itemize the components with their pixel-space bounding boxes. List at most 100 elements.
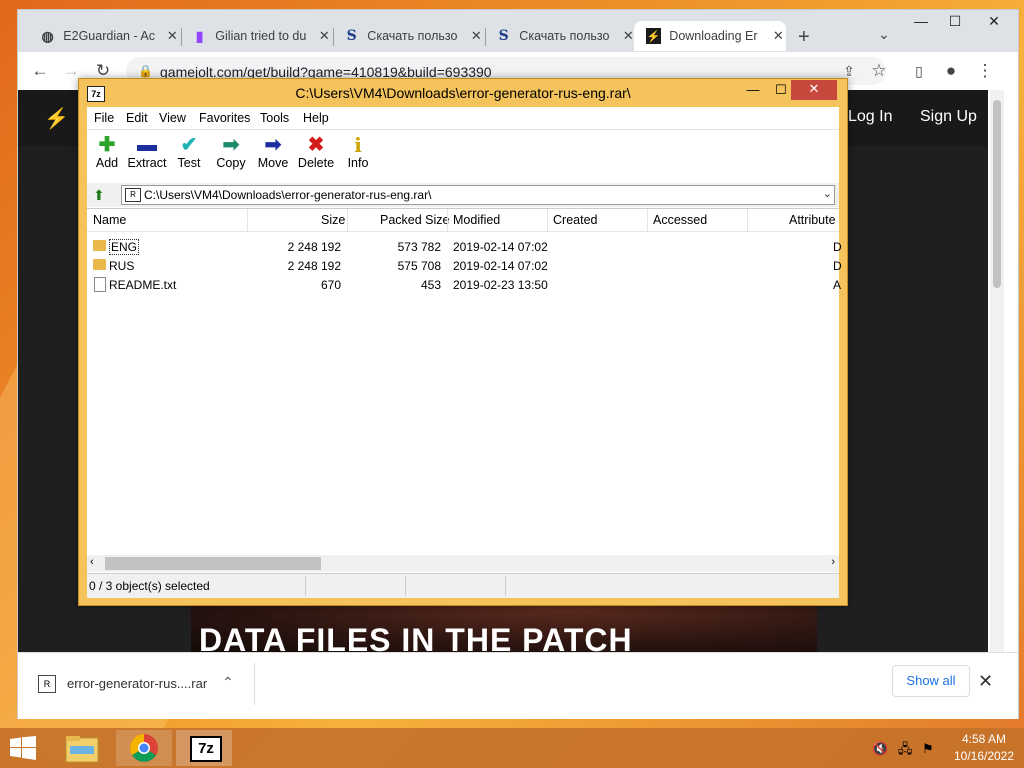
plus-icon: ✚	[98, 134, 116, 156]
download-filename[interactable]: error-generator-rus....rar	[67, 676, 207, 691]
info-button[interactable]: i Info	[336, 134, 380, 170]
horizontal-scrollbar[interactable]: ‹ ›	[87, 555, 839, 572]
column-size[interactable]: Size	[321, 213, 345, 227]
tab-search-button[interactable]: ⌄	[878, 26, 890, 43]
minimize-button[interactable]: —	[743, 81, 763, 99]
close-icon[interactable]: ✕	[165, 28, 180, 44]
file-packed-size: 453	[420, 278, 441, 292]
file-explorer-button[interactable]	[56, 730, 112, 766]
windows-start-icon[interactable]	[10, 736, 36, 760]
scroll-left-icon[interactable]: ‹	[90, 556, 94, 568]
close-button[interactable]: ✕	[791, 80, 837, 100]
close-icon[interactable]: ✕	[978, 671, 993, 692]
tab-title: Скачать пользо	[367, 29, 458, 43]
column-divider[interactable]	[547, 209, 548, 231]
chevron-down-icon[interactable]: ⌄	[823, 187, 832, 200]
chrome-icon	[130, 734, 158, 762]
tab-title: Gilian tried to du	[215, 29, 307, 43]
side-panel-icon[interactable]: ▯	[908, 60, 930, 82]
s-logo-icon: S	[498, 28, 509, 44]
menu-favorites[interactable]: Favorites	[199, 111, 250, 125]
column-name[interactable]: Name	[93, 213, 126, 227]
file-name: README.txt	[109, 278, 177, 292]
move-button[interactable]: ➡ Move	[251, 134, 295, 170]
game-banner-image: DATA FILES IN THE PATCH	[191, 600, 817, 652]
back-button[interactable]: ←	[29, 60, 51, 82]
minimize-button[interactable]: —	[902, 10, 940, 32]
column-packed-size[interactable]: Packed Size	[380, 213, 449, 227]
file-modified: 2019-02-14 07:02	[453, 259, 548, 273]
column-attributes[interactable]: Attribute	[789, 213, 836, 227]
list-item[interactable]: RUS 2 248 192 575 708 2019-02-14 07:02 D	[87, 257, 842, 276]
checkmark-icon: ✔	[180, 134, 198, 156]
maximize-button[interactable]: ☐	[936, 10, 974, 32]
menu-file[interactable]: File	[94, 111, 114, 125]
scroll-right-icon[interactable]: ›	[831, 556, 835, 568]
column-divider[interactable]	[347, 209, 348, 231]
download-bar: R error-generator-rus....rar ⌃ Show all …	[18, 652, 1018, 719]
column-created[interactable]: Created	[553, 213, 597, 227]
chevron-up-icon[interactable]: ⌃	[222, 674, 234, 691]
menu-icon[interactable]: ⋮	[974, 60, 996, 82]
info-icon: i	[354, 133, 362, 157]
profile-avatar-icon[interactable]: ●	[940, 60, 962, 82]
column-divider[interactable]	[447, 209, 448, 231]
extract-label: Extract	[127, 156, 167, 170]
lock-icon[interactable]: 🔒	[138, 64, 153, 78]
show-all-button[interactable]: Show all	[892, 665, 970, 697]
close-icon[interactable]: ✕	[317, 28, 332, 44]
copy-button[interactable]: ➡ Copy	[209, 134, 253, 170]
tab-downloading[interactable]: ⚡ Downloading Er ✕	[634, 21, 786, 51]
clock-date[interactable]: 10/16/2022	[944, 749, 1024, 763]
path-combobox[interactable]: R C:\Users\VM4\Downloads\error-generator…	[121, 185, 835, 205]
scrollbar-thumb[interactable]	[105, 557, 321, 570]
test-button[interactable]: ✔ Test	[167, 134, 211, 170]
delete-label: Delete	[297, 156, 335, 170]
column-divider[interactable]	[747, 209, 748, 231]
7zip-taskbar-button[interactable]: 7z	[176, 730, 232, 766]
menu-help[interactable]: Help	[303, 111, 329, 125]
chrome-taskbar-button[interactable]	[116, 730, 172, 766]
gamejolt-logo-icon[interactable]: ⚡	[44, 106, 69, 131]
menu-bar: File Edit View Favorites Tools Help	[87, 107, 839, 129]
menu-tools[interactable]: Tools	[260, 111, 289, 125]
action-center-flag-icon[interactable]: ⚑	[922, 741, 934, 756]
network-icon[interactable]: 🖧	[898, 741, 913, 756]
login-link[interactable]: Log In	[848, 108, 892, 126]
maximize-button[interactable]: ☐	[771, 81, 791, 99]
column-modified[interactable]: Modified	[453, 213, 500, 227]
new-tab-button[interactable]: +	[798, 26, 810, 49]
speaker-muted-icon[interactable]: 🔇	[872, 741, 888, 756]
tab-e2guardian[interactable]: ◍ E2Guardian - Ac ✕	[28, 21, 180, 51]
column-divider[interactable]	[647, 209, 648, 231]
column-accessed[interactable]: Accessed	[653, 213, 707, 227]
delete-button[interactable]: ✖ Delete	[294, 134, 338, 170]
list-item[interactable]: ENG 2 248 192 573 782 2019-02-14 07:02 D	[87, 238, 842, 257]
list-item[interactable]: README.txt 670 453 2019-02-23 13:50 A	[87, 276, 841, 295]
system-tray: 🔇 🖧 ⚑	[872, 740, 934, 762]
file-attributes: D	[833, 259, 842, 273]
close-icon[interactable]: ✕	[771, 28, 786, 44]
tab-skachat-2[interactable]: S Скачать пользо ✕	[484, 21, 636, 51]
scrollbar-thumb[interactable]	[993, 100, 1001, 288]
extract-button[interactable]: ▬ Extract	[125, 134, 169, 170]
move-arrow-icon: ➡	[264, 134, 282, 156]
close-icon[interactable]: ✕	[469, 28, 484, 44]
menu-edit[interactable]: Edit	[126, 111, 148, 125]
file-name: RUS	[109, 259, 135, 273]
status-divider	[505, 576, 506, 596]
add-button[interactable]: ✚ Add	[85, 134, 129, 170]
close-button[interactable]: ✕	[970, 10, 1018, 32]
column-divider[interactable]	[247, 209, 248, 231]
menu-view[interactable]: View	[159, 111, 186, 125]
window-title: C:\Users\VM4\Downloads\error-generator-r…	[295, 85, 631, 101]
tab-twitch[interactable]: ▮ Gilian tried to du ✕	[180, 21, 332, 51]
tab-title: E2Guardian - Ac	[63, 29, 156, 43]
up-folder-icon[interactable]: ⬆	[93, 187, 105, 204]
clock-time[interactable]: 4:58 AM	[944, 732, 1024, 746]
bookmark-star-icon[interactable]: ☆	[868, 60, 890, 82]
7zip-titlebar[interactable]: 7z C:\Users\VM4\Downloads\error-generato…	[79, 79, 847, 107]
tab-skachat-1[interactable]: S Скачать пользо ✕	[332, 21, 484, 51]
page-scrollbar[interactable]	[990, 90, 1004, 652]
signup-link[interactable]: Sign Up	[920, 108, 977, 126]
